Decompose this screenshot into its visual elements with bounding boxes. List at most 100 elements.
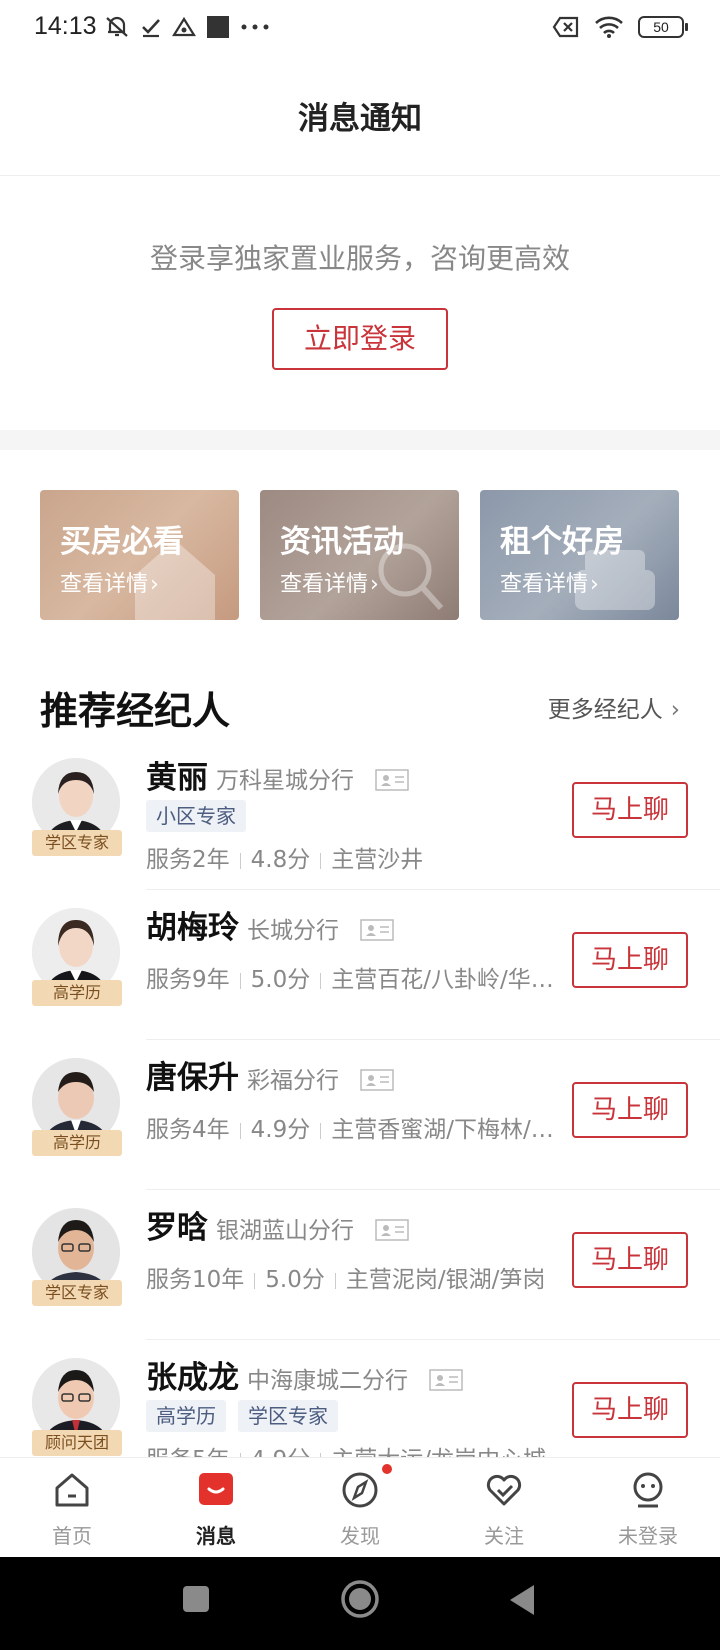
recents-icon[interactable] [180, 1583, 212, 1615]
card-title: 资讯活动 [280, 524, 404, 560]
more-agents-label: 更多经纪人 [547, 697, 663, 723]
tab-home[interactable]: 首页 [0, 1458, 144, 1557]
agent-item[interactable]: 高学历 胡梅玲 长城分行 服务9年 5.0分 主营百花/八卦岭/华强北 马上聊 [0, 890, 720, 1040]
agent-area: 主营沙井 [331, 847, 424, 873]
agent-branch: 中海康城二分行 [247, 1368, 408, 1394]
user-icon [633, 1472, 663, 1508]
login-prompt: 登录享独家置业服务，咨询更高效 立即登录 [0, 177, 720, 430]
chat-now-button[interactable]: 马上聊 [572, 1082, 688, 1138]
agent-name-row: 黄丽 万科星城分行 [146, 752, 409, 797]
service-years: 服务9年 [146, 967, 230, 993]
agent-name: 唐保升 [146, 1060, 239, 1096]
agent-meta: 服务9年 5.0分 主营百花/八卦岭/华强北 [146, 960, 558, 994]
agent-name: 黄丽 [146, 760, 208, 796]
card-news-events[interactable]: 资讯活动 查看详情› [260, 490, 459, 620]
service-years: 服务5年 [146, 1447, 230, 1457]
divider [320, 972, 322, 989]
id-card-icon[interactable] [360, 1068, 394, 1091]
agent-name-row: 胡梅玲 长城分行 [146, 902, 394, 947]
card-buying-guide[interactable]: 买房必看 查看详情› [40, 490, 239, 620]
divider [254, 1272, 256, 1289]
login-tip: 登录享独家置业服务，咨询更高效 [149, 242, 570, 275]
divider [239, 972, 241, 989]
agents-section-header: 推荐经纪人 更多经纪人 › [40, 680, 680, 733]
chat-now-button[interactable]: 马上聊 [572, 1232, 688, 1288]
more-agents-link[interactable]: 更多经纪人 › [548, 690, 680, 724]
card-link-label: 查看详情 [280, 572, 369, 597]
agent-name: 张成龙 [146, 1360, 239, 1396]
back-icon[interactable] [506, 1583, 538, 1617]
agent-name-row: 罗晗 银湖蓝山分行 [146, 1202, 409, 1247]
service-years: 服务10年 [146, 1267, 245, 1293]
agent-badge: 学区专家 [32, 830, 122, 856]
agent-item[interactable]: 高学历 唐保升彩福分行 服务4年 4.9分主营香蜜湖/下梅林/上梅林 马上聊 [0, 1040, 720, 1190]
agent-area: 主营香蜜湖/下梅林/上梅林 [331, 1117, 558, 1143]
id-card-icon[interactable] [360, 918, 394, 941]
chat-now-button[interactable]: 马上聊 [572, 782, 688, 838]
agent-badge: 顾问天团 [32, 1430, 122, 1456]
agent-score: 4.9分 [250, 1117, 311, 1143]
page-header: 消息通知 [0, 54, 720, 176]
agent-meta: 服务5年 4.9分 主营大运/龙岗中心城 [146, 1440, 558, 1457]
agent-score: 5.0分 [250, 967, 311, 993]
id-card-icon[interactable] [375, 768, 409, 791]
message-icon [199, 1473, 233, 1505]
tab-follow[interactable]: 关注 [432, 1458, 576, 1557]
agent-branch: 长城分行 [247, 918, 339, 944]
tab-label: 发现 [340, 1524, 380, 1548]
more-dots-icon [241, 24, 269, 30]
home-circle-icon[interactable] [340, 1579, 380, 1619]
feature-cards: 买房必看 查看详情› 资讯活动 查看详情› 租个好房 查看详情› [40, 490, 680, 620]
login-button[interactable]: 立即登录 [272, 308, 448, 370]
agent-score: 5.0分 [265, 1267, 325, 1293]
card-title: 租个好房 [500, 524, 624, 560]
status-time: 14:13 [34, 12, 97, 40]
service-years: 服务2年 [146, 847, 230, 873]
agent-tags: 高学历 学区专家 [146, 1400, 338, 1432]
chevron-right-icon: › [150, 572, 159, 597]
agent-name: 胡梅玲 [146, 910, 239, 946]
tab-profile[interactable]: 未登录 [576, 1458, 720, 1557]
chevron-right-icon: › [670, 697, 680, 723]
tab-messages[interactable]: 消息 [144, 1458, 288, 1557]
tab-label: 未登录 [618, 1524, 678, 1548]
divider [239, 1122, 241, 1139]
agent-badge: 高学历 [32, 980, 122, 1006]
compass-icon [342, 1472, 378, 1508]
status-bar: 14:13 50 [0, 0, 720, 54]
card-rental[interactable]: 租个好房 查看详情› [480, 490, 679, 620]
status-left-icons [104, 12, 270, 42]
chat-now-button[interactable]: 马上聊 [572, 1382, 688, 1438]
agent-item[interactable]: 学区专家 黄丽 万科星城分行 小区专家 服务2年 4.8分 主营沙井 马上聊 [0, 740, 720, 890]
heart-check-icon [486, 1474, 522, 1506]
card-link: 查看详情› [60, 566, 159, 598]
cloud-icon [172, 16, 196, 37]
agent-name-row: 张成龙 中海康城二分行 [146, 1352, 463, 1397]
agent-item[interactable]: 顾问天团 张成龙中海康城二分行 高学历 学区专家 服务5年 4.9分 主营大运/龙岗… [0, 1340, 720, 1457]
agent-tags: 小区专家 [146, 800, 246, 832]
agent-name-row: 唐保升 彩福分行 [146, 1052, 394, 1097]
section-divider [0, 430, 720, 450]
tab-discover[interactable]: 发现 [288, 1458, 432, 1557]
agent-meta: 服务4年 4.9分主营香蜜湖/下梅林/上梅林 [146, 1110, 558, 1144]
agent-tag: 高学历 [146, 1400, 226, 1432]
page-title: 消息通知 [298, 101, 422, 137]
card-title: 买房必看 [60, 524, 184, 560]
chevron-right-icon: › [590, 572, 599, 597]
chat-now-button[interactable]: 马上聊 [572, 932, 688, 988]
tab-label: 消息 [196, 1524, 236, 1548]
id-card-icon[interactable] [375, 1218, 409, 1241]
divider [334, 1272, 336, 1289]
agent-badge: 学区专家 [32, 1280, 122, 1306]
agent-list: 学区专家 黄丽 万科星城分行 小区专家 服务2年 4.8分 主营沙井 马上聊 高学历 … [0, 740, 720, 1457]
agent-score: 4.8分 [250, 847, 311, 873]
agent-badge: 高学历 [32, 1130, 122, 1156]
service-years: 服务4年 [146, 1117, 230, 1143]
tab-label: 首页 [52, 1524, 92, 1548]
agent-tag: 学区专家 [238, 1400, 338, 1432]
agent-meta: 服务10年 5.0分 主营泥岗/银湖/笋岗 [146, 1260, 558, 1294]
id-card-icon[interactable] [429, 1368, 463, 1391]
agent-name: 罗晗 [146, 1210, 208, 1246]
card-link: 查看详情› [280, 566, 379, 598]
agent-item[interactable]: 学区专家 罗晗 银湖蓝山分行 服务10年 5.0分 主营泥岗/银湖/笋岗 马上聊 [0, 1190, 720, 1340]
